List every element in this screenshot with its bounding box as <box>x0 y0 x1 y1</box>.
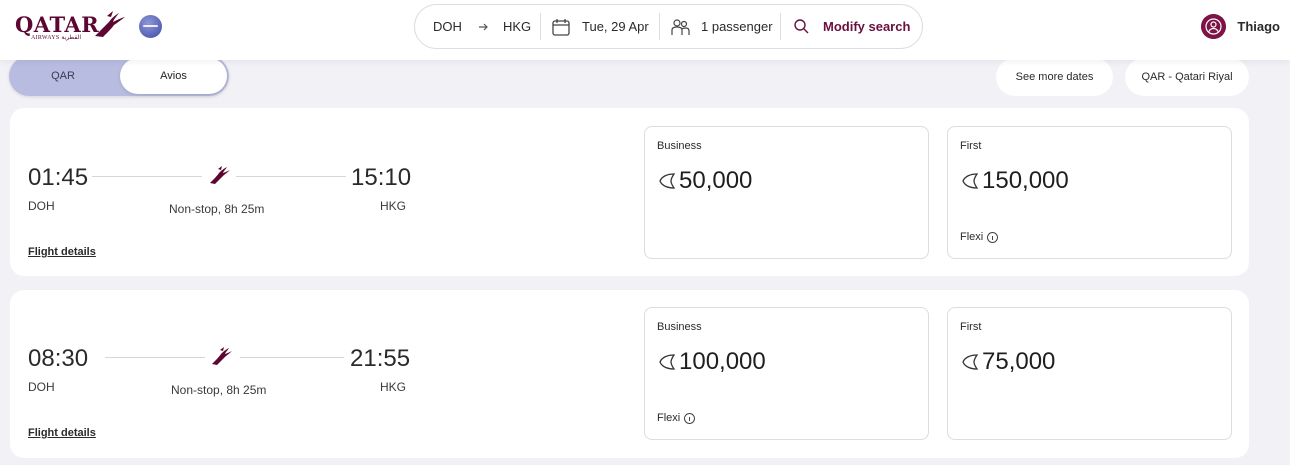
toggle-option-avios[interactable]: Avios <box>120 58 227 94</box>
route-line <box>105 357 205 358</box>
fare-flexi-label: Flexi <box>960 231 984 243</box>
fare-amount: 150,000 <box>982 167 1069 194</box>
departure-airport: DOH <box>28 380 55 394</box>
fare-price: 75,000 <box>960 348 1055 376</box>
fare-amount: 75,000 <box>982 348 1056 375</box>
flight-duration: Non-stop, 8h 25m <box>169 202 265 216</box>
fare-flexi-label: Flexi <box>657 412 681 424</box>
fare-amount: 100,000 <box>679 348 766 375</box>
divider <box>780 13 781 40</box>
departure-time: 01:45 <box>28 164 89 191</box>
divider <box>659 13 660 40</box>
see-more-dates-button[interactable]: See more dates <box>996 58 1113 96</box>
user-name: Thiago <box>1237 19 1280 34</box>
arrival-time: 21:55 <box>350 345 411 372</box>
flight-card: 01:45 DOH Non-stop, 8h 25m 15:10 HKG Fli… <box>10 108 1249 276</box>
search-date[interactable]: Tue, 29 Apr <box>582 5 649 48</box>
flight-details-link[interactable]: Flight details <box>28 246 96 258</box>
top-header: QATAR AIRWAYS القطرية DOH HKG Tue, 29 Ap… <box>0 0 1290 60</box>
fare-price: 50,000 <box>657 167 752 195</box>
avios-icon <box>659 173 676 189</box>
fare-price: 150,000 <box>960 167 1069 195</box>
user-menu[interactable]: Thiago <box>1201 14 1280 39</box>
info-icon[interactable] <box>684 412 696 424</box>
fare-amount: 50,000 <box>679 167 753 194</box>
avios-icon <box>659 354 676 370</box>
search-passengers[interactable]: 1 passenger <box>701 5 773 48</box>
search-origin[interactable]: DOH <box>433 5 462 48</box>
departure-time: 08:30 <box>28 345 89 372</box>
user-avatar-icon <box>1201 14 1227 39</box>
modify-search-button[interactable]: Modify search <box>823 5 910 48</box>
arrival-airport: HKG <box>380 199 407 213</box>
fare-cabin-label: Business <box>657 321 702 333</box>
qatar-airways-logo[interactable]: QATAR AIRWAYS القطرية <box>15 10 127 44</box>
search-summary[interactable]: DOH HKG Tue, 29 Apr 1 passenger Modify s… <box>414 4 923 49</box>
flight-details-link[interactable]: Flight details <box>28 427 96 439</box>
fare-flexi: Flexi <box>657 412 696 424</box>
fare-option-business[interactable]: Business 100,000 Flexi <box>644 307 929 440</box>
fare-cabin-label: Business <box>657 140 702 152</box>
fare-flexi: Flexi <box>960 231 999 243</box>
passengers-icon <box>671 19 690 35</box>
flight-card: 08:30 DOH Non-stop, 8h 25m 21:55 HKG Fli… <box>10 290 1249 458</box>
search-icon <box>794 19 809 34</box>
flight-duration: Non-stop, 8h 25m <box>171 383 267 397</box>
fare-option-business[interactable]: Business 50,000 <box>644 126 929 259</box>
fare-cabin-label: First <box>960 140 982 152</box>
oryx-icon <box>95 11 125 37</box>
fare-price: 100,000 <box>657 348 766 376</box>
route-line <box>92 176 202 177</box>
qatar-oryx-icon <box>210 166 230 184</box>
route-line <box>236 176 346 177</box>
arrival-airport: HKG <box>380 380 407 394</box>
divider <box>540 13 541 40</box>
avios-icon <box>962 354 979 370</box>
currency-select-button[interactable]: QAR - Qatari Riyal <box>1125 58 1249 96</box>
oneworld-alliance-icon <box>139 15 162 38</box>
fare-option-first[interactable]: First 75,000 <box>947 307 1232 440</box>
currency-toggle[interactable]: QAR Avios <box>9 56 229 96</box>
arrival-time: 15:10 <box>351 164 412 191</box>
fare-cabin-label: First <box>960 321 982 333</box>
departure-airport: DOH <box>28 199 55 213</box>
route-line <box>240 357 344 358</box>
info-icon[interactable] <box>987 231 999 243</box>
calendar-icon <box>552 19 570 36</box>
avios-icon <box>962 173 979 189</box>
fare-option-first[interactable]: First 150,000 Flexi <box>947 126 1232 259</box>
toggle-option-qar[interactable]: QAR <box>9 56 117 96</box>
logo-subtitle: AIRWAYS القطرية <box>31 35 82 41</box>
qatar-oryx-icon <box>212 347 232 365</box>
arrow-right-icon <box>479 23 488 31</box>
search-destination[interactable]: HKG <box>503 5 531 48</box>
